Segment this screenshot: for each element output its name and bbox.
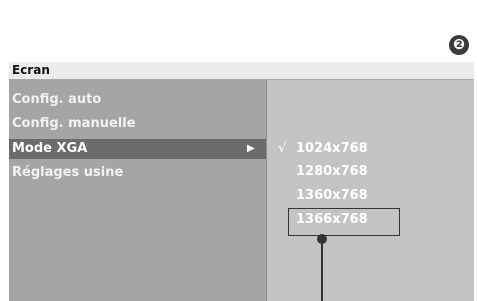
submenu-arrow-icon: ▶ [247, 143, 255, 154]
highlight-box [288, 208, 400, 236]
checkmark-icon: √ [278, 141, 287, 156]
option-1280x768[interactable]: 1280x768 [296, 162, 368, 182]
screen-header: Ecran [9, 62, 474, 80]
menu-item-label: Config. manuelle [12, 116, 136, 131]
menu-item-mode-xga[interactable]: Mode XGA ▶ [9, 139, 266, 159]
menu-item-reglages-usine[interactable]: Réglages usine [9, 163, 266, 183]
step-number-badge: ❷ [449, 35, 469, 55]
menu-item-label: Réglages usine [12, 165, 124, 180]
option-1360x768[interactable]: 1360x768 [296, 186, 368, 206]
osd-screen: Ecran Config. auto Config. manuelle Mode… [9, 62, 474, 301]
screen-title: Ecran [12, 63, 50, 77]
menu-item-label: Config. auto [12, 92, 102, 107]
menu-pane: Config. auto Config. manuelle Mode XGA ▶… [9, 80, 267, 301]
callout-line [321, 240, 323, 301]
menu-item-config-auto[interactable]: Config. auto [9, 90, 266, 110]
menu-item-config-manuelle[interactable]: Config. manuelle [9, 114, 266, 134]
option-1024x768[interactable]: 1024x768 [296, 139, 368, 159]
menu-item-label: Mode XGA [12, 141, 88, 156]
